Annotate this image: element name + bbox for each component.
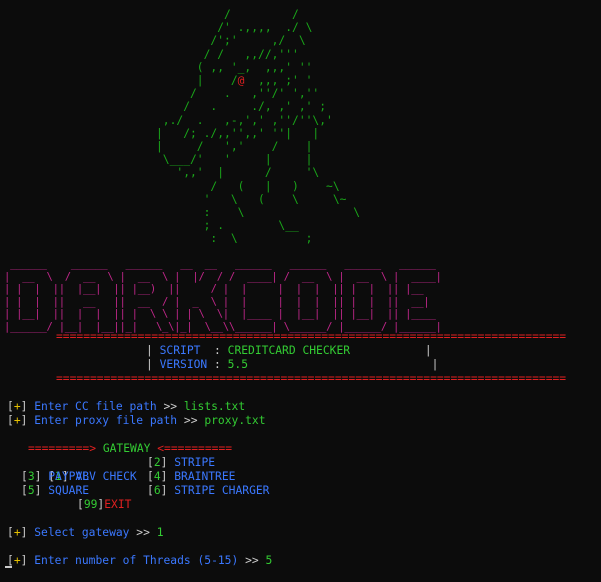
cc-file-label: Enter CC file path <box>34 400 157 413</box>
threads-value[interactable]: 5 <box>266 554 273 567</box>
terminal-cursor <box>5 566 12 568</box>
ascii-logo: ______ ______ ______ __ __ ______ ______… <box>4 258 442 334</box>
ascii-art-line: / / ,,//,''' <box>156 47 299 61</box>
prompt-arrow: >> <box>183 414 198 427</box>
gateway-option-4[interactable]: [4] BRAINTREE <box>147 470 235 484</box>
select-gateway-label: Select gateway <box>34 526 130 539</box>
gateway-option-3[interactable]: [3] PAYPAL <box>21 470 89 484</box>
ascii-art-line: ( ,, '_, ,,,' '' <box>156 60 313 74</box>
ascii-art-line: | /; ./,,'',,' ''| | <box>156 126 320 140</box>
separator-bottom: ========================================… <box>56 372 567 385</box>
gateway-left-arrow: =========> <box>28 442 97 455</box>
ascii-logo-line: | __ \ / __ \ | __ \ | |/ / / ____| / __… <box>4 270 442 283</box>
proxy-file-label: Enter proxy file path <box>34 414 178 427</box>
threads-prompt: [+] Enter number of Threads (5-15) >> 5 <box>7 554 273 567</box>
gateway-header: =========> GATEWAY <========== <box>28 442 232 456</box>
gateway-option-6[interactable]: [6] STRIPE CHARGER <box>147 484 269 498</box>
ascii-art-line: /' .,,,, ./ \ <box>156 21 313 35</box>
ascii-art-line: | /@ ,,, ;' ' <box>156 74 313 88</box>
separator-top: ========================================… <box>56 330 567 343</box>
ascii-art-line: ' \ ( \ \~ <box>156 192 347 206</box>
ascii-art-line: ; . \__ <box>156 219 299 233</box>
dragon-eye: @ <box>237 74 245 88</box>
prompt-arrow: >> <box>245 554 259 567</box>
gateway-row-1: [1] VBV CHECK <box>21 456 136 483</box>
plus-marker: + <box>13 526 21 539</box>
prompt-arrow: >> <box>163 400 178 413</box>
ascii-art-line: ,./ . ,-,',' ,''/''\,' <box>156 113 333 127</box>
ascii-art-line: | / ',' / | <box>156 140 313 154</box>
script-info-line: | SCRIPT : CREDITCARD CHECKER | <box>146 344 432 357</box>
ascii-art-line: : \ ; <box>156 232 313 246</box>
gateway-option-exit[interactable]: [99]EXIT <box>77 498 131 512</box>
gateway-title: GATEWAY <box>102 442 151 455</box>
ascii-art-line: /';' ,/ \ <box>156 34 306 48</box>
prompt-arrow: >> <box>136 526 150 539</box>
version-value: 5.5 <box>227 358 249 371</box>
ascii-art-line: / ( | ) ~\ <box>156 179 340 193</box>
ascii-logo-line: | | | || __ || __ / | _ \ | | | | | || |… <box>4 295 442 308</box>
cc-file-prompt: [+] Enter CC file path >> lists.txt <box>7 400 246 413</box>
version-info-line: | VERSION : 5.5 | <box>146 358 439 371</box>
ascii-logo-line: ______ ______ ______ __ __ ______ ______… <box>4 258 442 270</box>
ascii-art-line: / . ./, ,' ,' ; <box>156 100 327 114</box>
ascii-art-line: ',,' | / '\ <box>156 166 320 180</box>
proxy-file-value[interactable]: proxy.txt <box>204 414 265 427</box>
plus-marker: + <box>13 554 21 567</box>
gateway-option-2[interactable]: [2] STRIPE <box>147 456 215 470</box>
select-gateway-value[interactable]: 1 <box>157 526 164 539</box>
gateway-right-arrow: <========== <box>157 442 233 455</box>
ascii-art-dragon: / / /' .,,,, ./ \ /';' ,/ \ / / ,,//,'''… <box>156 8 360 246</box>
ascii-art-line: / . ,''/' ','' <box>156 87 320 101</box>
ascii-logo-line: | |__| || | | || | \ \ | | \ \| |____ | … <box>4 308 442 321</box>
ascii-art-line: \___/' ' | | <box>156 153 313 167</box>
proxy-file-prompt: [+] Enter proxy file path >> proxy.txt <box>7 414 266 427</box>
terminal-window: / / /' .,,,, ./ \ /';' ,/ \ / / ,,//,'''… <box>0 0 601 582</box>
cc-file-value[interactable]: lists.txt <box>184 400 245 413</box>
plus-marker: + <box>13 400 21 413</box>
gateway-option-5[interactable]: [5] SQUARE <box>21 484 89 498</box>
ascii-art-line: / / <box>156 8 299 21</box>
plus-marker: + <box>13 414 21 427</box>
ascii-logo-line: | | | || |__| || |__) || / | | | | | || … <box>4 283 442 296</box>
version-label: VERSION <box>159 358 208 371</box>
script-value: CREDITCARD CHECKER <box>227 344 351 357</box>
select-gateway-prompt: [+] Select gateway >> 1 <box>7 526 164 539</box>
threads-label: Enter number of Threads (5-15) <box>34 554 239 567</box>
script-label: SCRIPT <box>159 344 201 357</box>
ascii-art-line: : \ \ <box>156 206 361 220</box>
